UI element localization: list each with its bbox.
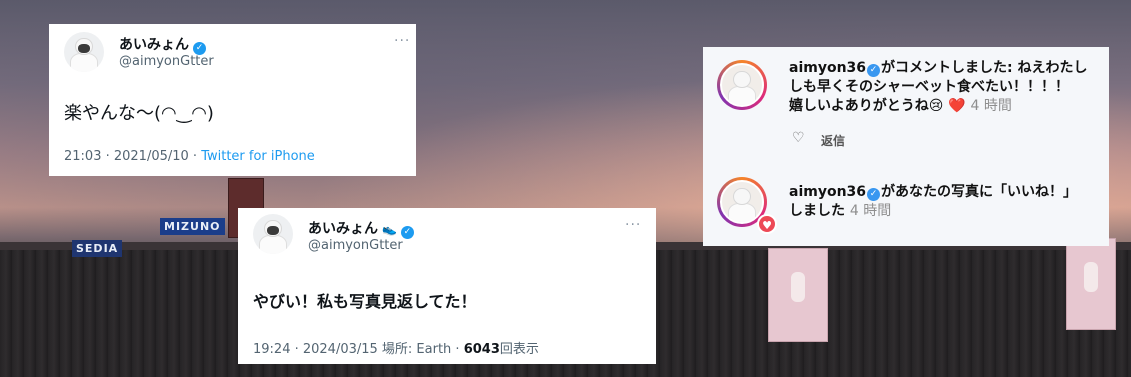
avatar-figure xyxy=(728,85,756,105)
comment-line-1: がコメントしました: ねえわたし xyxy=(881,60,1088,76)
tweet-view-label: 回表示 xyxy=(499,342,539,357)
avatar-figure xyxy=(728,202,756,222)
author-name[interactable]: あいみょん 👟 ✓ xyxy=(308,218,414,239)
verified-badge-icon: ✓ xyxy=(867,188,881,201)
notification-username[interactable]: aimyon36 xyxy=(789,60,866,76)
tweet-card-1[interactable]: あいみょん ✓ @aimyonGtter ··· 楽やんな〜(◠‿◠) 21:03… xyxy=(49,24,416,176)
notification-username[interactable]: aimyon36 xyxy=(789,184,866,200)
like-heart-icon[interactable]: ♡ xyxy=(792,130,805,146)
stadium-sign-mizuno: MIZUNO xyxy=(160,218,225,235)
avatar[interactable] xyxy=(64,32,104,72)
avatar[interactable] xyxy=(253,214,293,254)
author-name-text: あいみょん xyxy=(119,37,189,53)
author-name-text: あいみょん xyxy=(308,221,378,237)
avatar-photo xyxy=(720,63,764,107)
tweet-card-2[interactable]: あいみょん 👟 ✓ @aimyonGtter ··· やびい！私も写真見返してた！ … xyxy=(238,208,656,364)
tweet-meta: 19:24 · 2024/03/15 場所: Earth · 6043回表示 xyxy=(253,338,539,357)
instagram-notifications-panel: aimyon36 ✓ がコメントしました: ねえわたし しも早くそのシャーベット食べ… xyxy=(703,47,1109,246)
author-handle[interactable]: @aimyonGtter xyxy=(308,238,403,253)
stadium-sign-sedia: SEDIA xyxy=(72,240,123,257)
author-name[interactable]: あいみょん ✓ xyxy=(119,34,206,55)
author-handle[interactable]: @aimyonGtter xyxy=(119,54,214,69)
comment-emojis: 😢 ❤️ xyxy=(928,98,966,114)
avatar[interactable] xyxy=(717,60,767,110)
avatar-figure xyxy=(259,234,287,254)
comment-line-3: 嬉しいよありがとうね xyxy=(789,98,929,114)
verified-badge-icon: ✓ xyxy=(867,64,881,77)
notification-time: 4 時間 xyxy=(849,203,892,219)
tweet-text: やびい！私も写真見返してた！ xyxy=(253,292,477,311)
tweet-timestamp-location[interactable]: 19:24 · 2024/03/15 場所: Earth · xyxy=(253,342,464,357)
avatar-face xyxy=(78,44,90,53)
avatar-photo xyxy=(720,180,764,224)
stadium-banner-left xyxy=(768,248,828,342)
like-line-2: しました xyxy=(789,203,845,219)
stadium-banner-right xyxy=(1066,238,1116,330)
notification-comment-text: aimyon36 ✓ がコメントしました: ねえわたし しも早くそのシャーベット食べ… xyxy=(789,59,1099,116)
banner-figure xyxy=(791,272,805,302)
avatar-figure xyxy=(70,52,98,72)
tweet-source-link[interactable]: Twitter for iPhone xyxy=(201,149,315,164)
more-options-icon[interactable]: ··· xyxy=(394,33,410,49)
like-line-1: があなたの写真に「いいね！」 xyxy=(881,184,1078,200)
tweet-view-count: 6043 xyxy=(463,342,500,357)
tweet-timestamp[interactable]: 21:03 · 2021/05/10 · xyxy=(64,149,201,164)
avatar-head xyxy=(733,187,751,206)
tweet-meta: 21:03 · 2021/05/10 · Twitter for iPhone xyxy=(64,149,315,164)
comment-line-2: しも早くそのシャーベット食べたい！！！！ xyxy=(789,79,1069,95)
banner-figure xyxy=(1084,261,1098,292)
notification-like-text: aimyon36 ✓ があなたの写真に「いいね！」 しました 4 時間 xyxy=(789,183,1099,221)
avatar-face xyxy=(267,226,279,235)
more-options-icon[interactable]: ··· xyxy=(625,217,641,233)
avatar-head xyxy=(733,70,751,89)
sneaker-emoji-icon: 👟 xyxy=(382,222,397,236)
reply-button[interactable]: 返信 xyxy=(821,132,845,149)
notification-time: 4 時間 xyxy=(970,98,1012,114)
like-heart-badge-icon: ♥ xyxy=(757,214,777,234)
tweet-text: 楽やんな〜(◠‿◠) xyxy=(64,103,214,124)
